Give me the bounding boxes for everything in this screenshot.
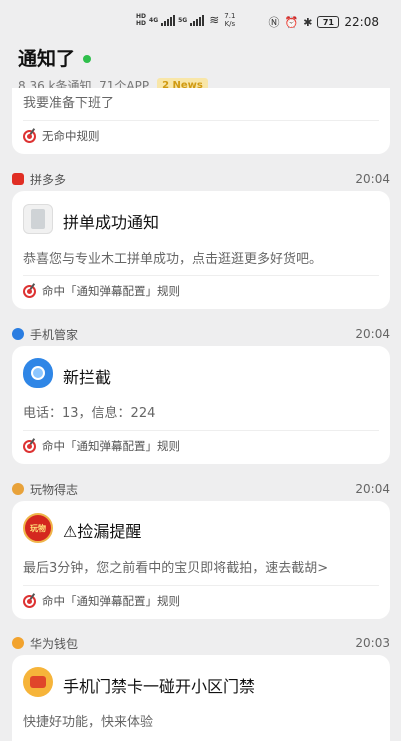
hd-icon: HD HD (136, 13, 147, 27)
notification-body: 恭喜您与专业木工拼单成功，点击逛逛更多好货吧。 (23, 252, 323, 267)
divider (23, 585, 379, 586)
product-thumbnail-icon (23, 204, 53, 234)
wanwudezhi-logo-icon: 玩物 (23, 513, 53, 543)
network-5g-label: 5G (178, 16, 188, 24)
bluetooth-icon: ✱ (303, 15, 313, 29)
wallet-icon (23, 667, 53, 697)
notification-time: 20:04 (355, 172, 390, 186)
wanwudezhi-icon (12, 483, 24, 495)
rule-row: 命中「通知弹幕配置」规则 (23, 438, 180, 454)
app-name: 华为钱包 (30, 636, 79, 651)
target-icon (23, 439, 36, 453)
divider (23, 430, 379, 431)
group-header: 华为钱包 20:03 (12, 635, 390, 651)
rule-row: 无命中规则 (23, 128, 100, 144)
notification-title: 手机门禁卡一碰开小区门禁 (63, 677, 256, 696)
rule-label: 命中「通知弹幕配置」规则 (42, 594, 180, 608)
status-bar-right: Ⓝ ⏰ ✱ 71 22:08 (268, 14, 379, 30)
divider (23, 275, 379, 276)
rule-label: 命中「通知弹幕配置」规则 (42, 284, 180, 298)
rule-row: 命中「通知弹幕配置」规则 (23, 283, 180, 299)
pinduoduo-icon (12, 173, 24, 185)
notification-body: 最后3分钟，您之前看中的宝贝即将截拍，速去截胡> (23, 561, 329, 576)
notification-title: 新拦截 (63, 368, 112, 387)
rule-label: 命中「通知弹幕配置」规则 (42, 439, 180, 453)
notification-card[interactable]: 手机门禁卡一碰开小区门禁 快捷好功能，快来体验 (12, 655, 390, 741)
rule-row: 命中「通知弹幕配置」规则 (23, 593, 180, 609)
huawei-wallet-icon (12, 637, 24, 649)
shield-icon (23, 358, 53, 388)
app-header: 通知了 8.36 k条通知, 71个APP 2 News (18, 44, 208, 94)
status-dot-icon (83, 54, 92, 63)
group-header: 手机管家 20:04 (12, 326, 390, 342)
notification-body: 我要准备下班了 (23, 96, 115, 111)
target-icon (23, 594, 36, 608)
divider (23, 120, 379, 121)
battery-icon: 71 (317, 16, 340, 28)
phone-manager-icon (12, 328, 24, 340)
status-bar: HD HD 4G 5G ≋ 7.1 K/s Ⓝ ⏰ ✱ 71 22:08 (0, 0, 401, 44)
network-4g-label: 4G (149, 16, 159, 24)
target-icon (23, 129, 36, 143)
notification-card[interactable]: 拼单成功通知 恭喜您与专业木工拼单成功，点击逛逛更多好货吧。 命中「通知弹幕配置… (12, 191, 390, 309)
page-title: 通知了 (18, 48, 76, 70)
target-icon (23, 284, 36, 298)
notification-body: 电话：13，信息：224 (23, 406, 156, 421)
rule-label: 无命中规则 (42, 129, 100, 143)
notification-card[interactable]: 我要准备下班了 无命中规则 (12, 88, 390, 154)
net-speed: 7.1 K/s (224, 12, 236, 28)
app-name: 玩物得志 (30, 482, 79, 497)
notification-time: 20:03 (355, 636, 390, 650)
notification-time: 20:04 (355, 482, 390, 496)
notification-card[interactable]: 玩物 ⚠捡漏提醒 最后3分钟，您之前看中的宝贝即将截拍，速去截胡> 命中「通知弹… (12, 501, 390, 619)
alarm-icon: ⏰ (284, 15, 299, 29)
app-name: 拼多多 (30, 172, 67, 187)
notification-body: 快捷好功能，快来体验 (23, 715, 154, 730)
signal-icon (161, 14, 176, 26)
group-header: 玩物得志 20:04 (12, 481, 390, 497)
clock: 22:08 (344, 15, 379, 29)
notification-title: ⚠捡漏提醒 (63, 522, 142, 541)
group-header: 拼多多 20:04 (12, 171, 390, 187)
notification-title: 拼单成功通知 (63, 213, 160, 232)
nfc-icon: Ⓝ (268, 16, 280, 29)
status-bar-left: HD HD 4G 5G ≋ 7.1 K/s (136, 12, 235, 28)
notification-time: 20:04 (355, 327, 390, 341)
wifi-icon: ≋ (209, 13, 220, 27)
notification-card[interactable]: 新拦截 电话：13，信息：224 命中「通知弹幕配置」规则 (12, 346, 390, 464)
signal-icon-2 (190, 14, 205, 26)
app-name: 手机管家 (30, 327, 79, 342)
